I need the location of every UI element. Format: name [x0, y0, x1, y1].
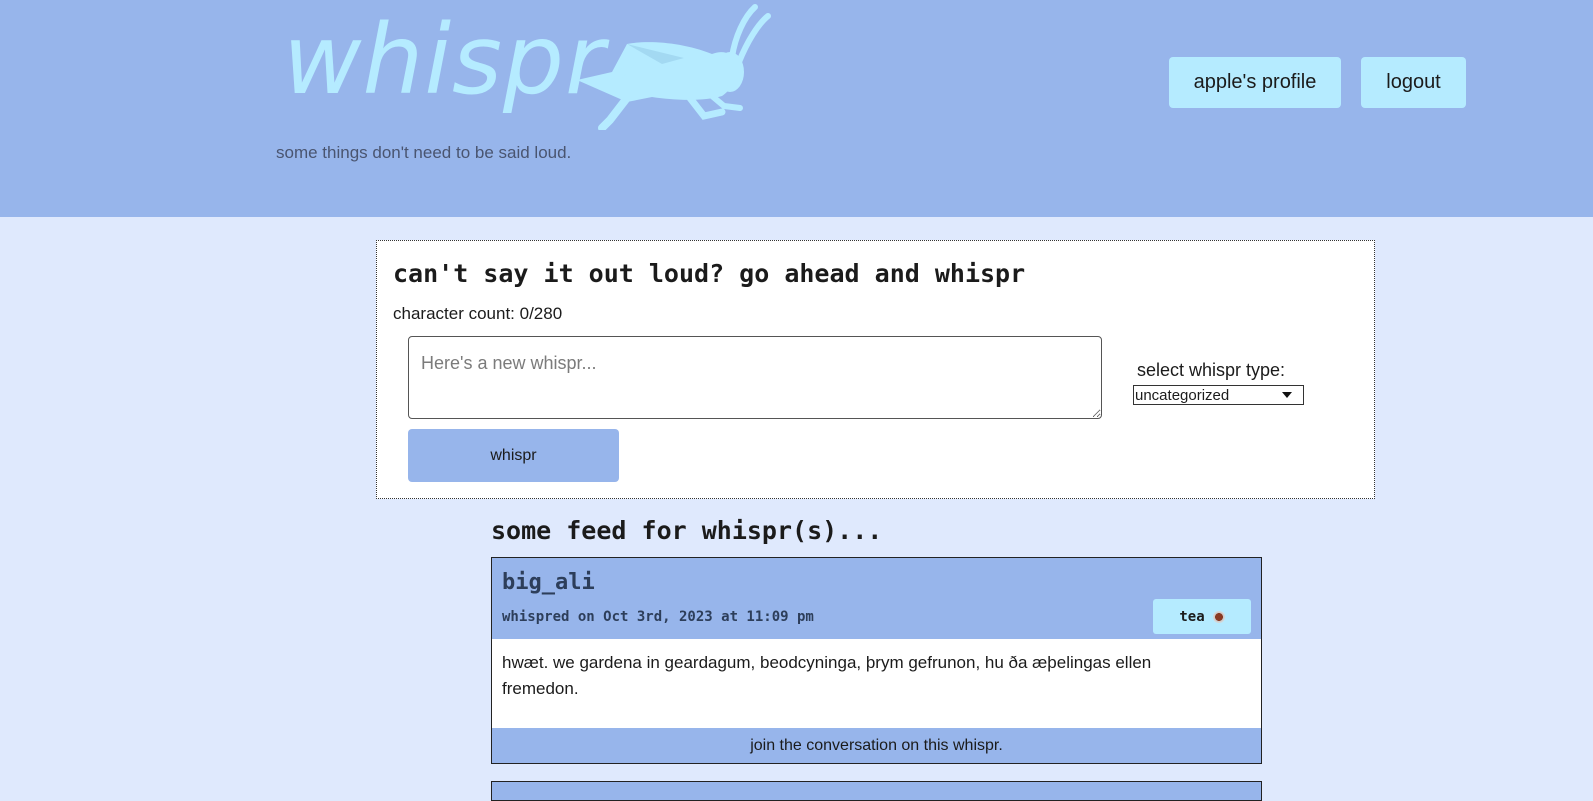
tagline: some things don't need to be said loud. — [276, 143, 572, 162]
compose-panel: can't say it out loud? go ahead and whis… — [376, 240, 1375, 499]
post-tag-label: tea — [1179, 608, 1205, 625]
site-header: whispr some things don't need to be said… — [0, 0, 1593, 217]
grasshopper-icon — [577, 4, 771, 130]
whispr-type-selected: uncategorized — [1135, 386, 1230, 404]
character-count: character count: 0/280 — [393, 304, 563, 323]
whispr-type-label: select whispr type: — [1137, 360, 1286, 380]
whispr-post: big_ali whispred on Oct 3rd, 2023 at 11:… — [491, 557, 1262, 764]
whispr-post-partial — [491, 781, 1262, 801]
compose-title: can't say it out loud? go ahead and whis… — [393, 259, 1026, 288]
post-body: hwæt. we gardena in geardagum, beodcynin… — [502, 653, 1152, 698]
logout-button[interactable]: logout — [1361, 57, 1466, 108]
join-conversation-link[interactable]: join the conversation on this whispr. — [492, 728, 1261, 763]
post-header: big_ali whispred on Oct 3rd, 2023 at 11:… — [492, 558, 1261, 639]
post-author[interactable]: big_ali — [502, 570, 595, 595]
chevron-down-icon — [1282, 392, 1292, 398]
post-tag-badge[interactable]: tea — [1153, 599, 1251, 634]
feed-title: some feed for whispr(s)... — [491, 516, 883, 545]
tea-cup-icon — [1212, 610, 1225, 623]
whispr-submit-button[interactable]: whispr — [408, 429, 619, 482]
logo-text[interactable]: whispr — [283, 12, 605, 108]
whispr-input[interactable] — [408, 336, 1102, 419]
whispr-type-select[interactable]: uncategorized — [1133, 385, 1304, 405]
post-timestamp: whispred on Oct 3rd, 2023 at 11:09 pm — [502, 609, 814, 625]
profile-button[interactable]: apple's profile — [1169, 57, 1341, 108]
